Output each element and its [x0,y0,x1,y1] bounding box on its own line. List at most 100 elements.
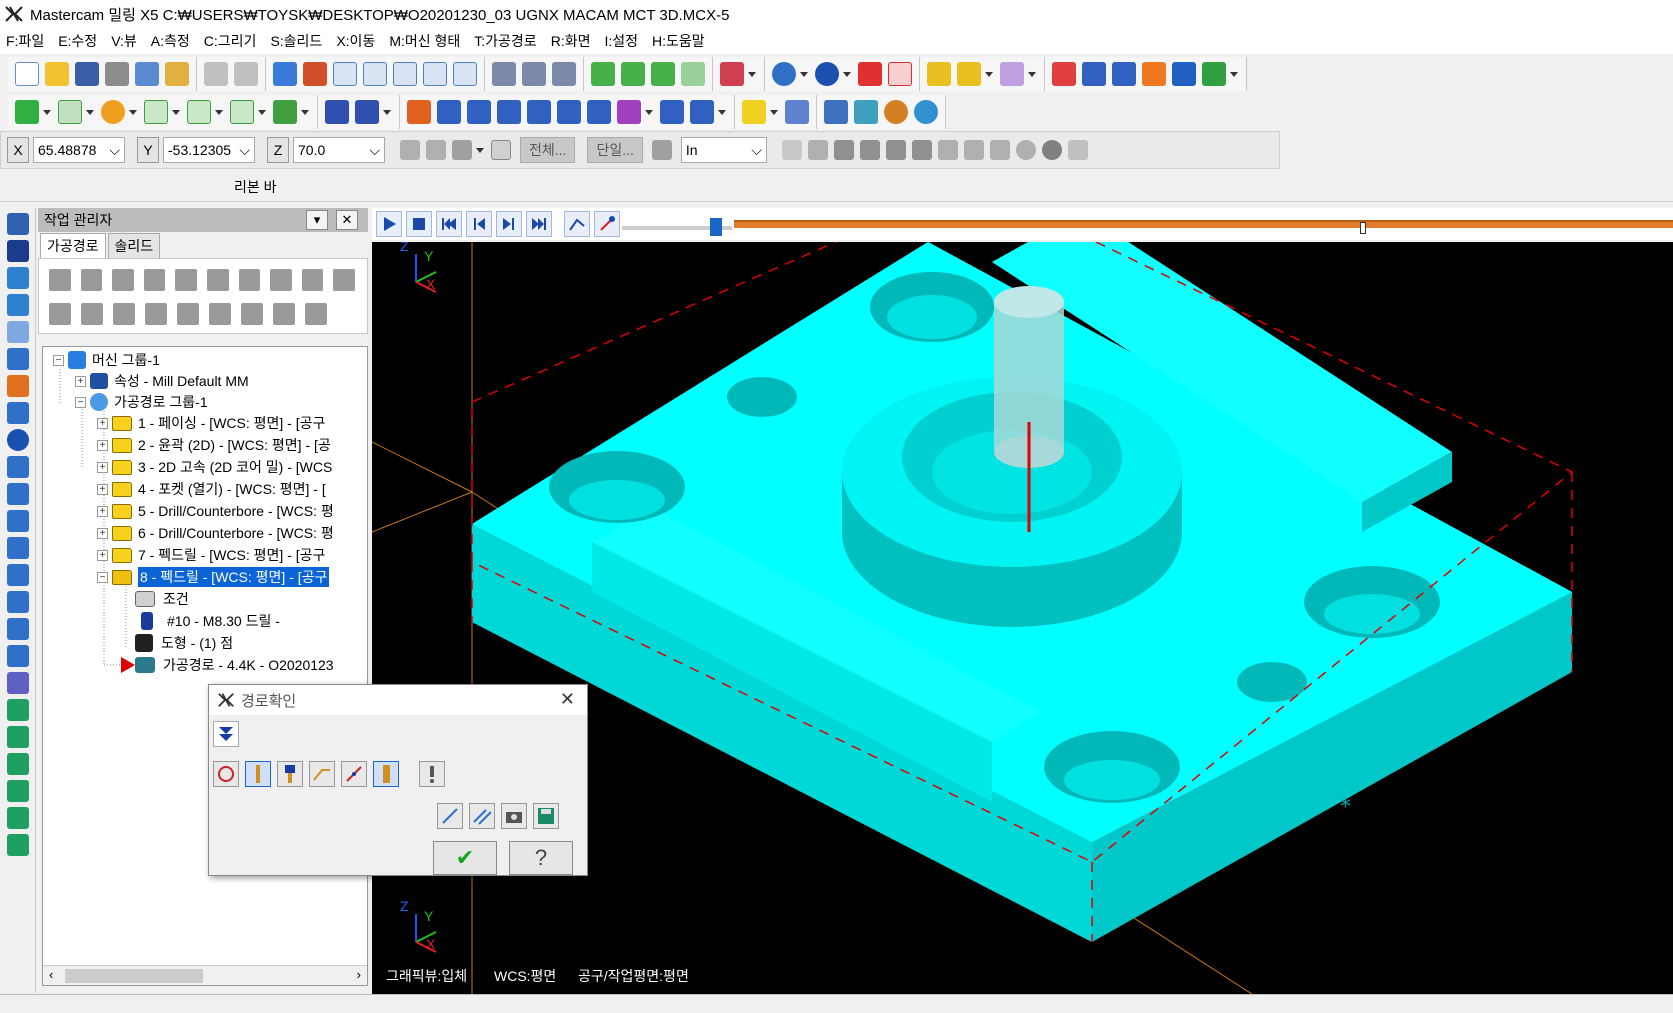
array-icon[interactable] [660,100,684,124]
tree-node-machine-group[interactable]: − 머신 그룹-1 [53,349,160,371]
select-all-icon[interactable] [49,269,71,291]
tree-node-parameters[interactable]: 조건 [135,588,189,610]
menu-edit[interactable]: E:수정 [58,31,97,51]
y-axis-button[interactable]: Y [137,137,159,163]
tree-node-operation-8[interactable]: − 8 - 펙드릴 - [WCS: 평면] - [공구 [97,566,330,588]
helix-icon[interactable] [6,510,29,532]
g1-post-icon[interactable] [238,269,261,291]
select-dirty-icon[interactable] [80,269,103,291]
pocket-icon[interactable] [6,564,29,586]
display-endpoints-button[interactable] [341,761,367,787]
select-help-icon[interactable] [1067,140,1088,160]
post-op-icon[interactable] [270,269,292,291]
tool-manager-icon[interactable] [6,348,29,370]
tree-node-toolpath[interactable]: 가공경로 - 4.4K - O2020123 [135,654,334,676]
scroll-icon[interactable] [241,303,263,325]
solid-vertex-icon[interactable] [911,140,932,160]
speed-slider[interactable] [622,218,732,236]
circle-dropdown-icon[interactable] [129,109,137,115]
move-up-icon[interactable] [177,303,199,325]
timeline-marker[interactable] [1360,222,1366,234]
slot-icon[interactable] [6,618,29,640]
tree-node-operation-4[interactable]: +4 - 포켓 (열기) - [WCS: 평면] - [ [97,478,326,500]
move-down-icon[interactable] [145,303,167,325]
play-button[interactable] [376,211,402,237]
tree-horizontal-scrollbar[interactable]: ‹ › [43,965,367,985]
x-coordinate-field[interactable]: 65.48878 ⌵ [33,137,125,163]
translate-icon[interactable] [407,100,431,124]
point-dropdown-icon[interactable] [43,109,51,115]
selection-method-dropdown-icon[interactable]: ⌵ [751,142,762,159]
properties-icon[interactable] [165,62,189,86]
project-icon[interactable] [587,100,611,124]
zoom-target-icon[interactable] [393,62,417,86]
sphere-select-icon[interactable] [1041,140,1062,160]
operation-icon[interactable] [6,375,29,397]
menu-machine-type[interactable]: M:머신 형태 [389,31,460,51]
single-button[interactable]: 단일... [587,137,643,163]
x-axis-button[interactable]: X [7,137,29,163]
circle-mill-icon[interactable] [6,429,29,451]
step-back-button[interactable] [466,211,492,237]
surface-parallel-icon[interactable] [6,753,29,775]
check-icon[interactable] [305,303,327,325]
arc-icon[interactable] [187,100,211,124]
ruler-icon[interactable] [927,62,951,86]
stock-icon[interactable] [6,321,29,343]
tree-node-toolpath-group[interactable]: − 가공경로 그룹-1 [75,391,208,413]
lock-icon[interactable] [49,303,71,325]
simulator-icon[interactable] [884,100,908,124]
menu-view[interactable]: V:뷰 [111,31,137,51]
track-motion-button[interactable] [564,211,590,237]
engrave-icon[interactable] [6,645,29,667]
scroll-right-icon[interactable]: › [357,967,361,982]
surface-icon[interactable] [6,672,29,694]
tree-node-operation-6[interactable]: +6 - Drill/Counterbore - [WCS: 평 [97,522,334,544]
menu-solids[interactable]: S:솔리드 [270,31,322,51]
ruler-dropdown-icon[interactable] [985,71,993,77]
help-icon[interactable] [491,140,511,160]
contour-icon[interactable] [6,537,29,559]
expand-toggle-icon[interactable]: + [97,549,108,561]
help-button[interactable]: ? [509,841,573,875]
solid-outline-icon[interactable] [888,62,912,86]
cylinder-icon[interactable] [273,100,297,124]
rotate-icon[interactable] [497,100,521,124]
expand-toggle-icon[interactable]: + [97,483,108,495]
zoom-window-icon[interactable] [363,62,387,86]
line-dropdown-icon[interactable] [86,109,94,115]
stretch-dropdown-icon[interactable] [718,109,726,115]
ops-help-icon[interactable] [333,269,355,291]
pane-close-button[interactable]: ✕ [336,210,358,230]
solid-body-icon[interactable] [859,140,880,160]
tree-node-geometry[interactable]: 도형 - (1) 점 [135,632,233,654]
arc-dropdown-icon[interactable] [215,109,223,115]
pick-tool-icon[interactable] [1000,62,1024,86]
save-button[interactable] [533,803,559,829]
menu-file[interactable]: F:파일 [6,31,44,51]
last-button[interactable] [526,211,552,237]
tap-icon[interactable] [6,483,29,505]
scroll-left-icon[interactable]: ‹ [49,967,53,982]
query-icon[interactable] [1052,62,1076,86]
view-cube-icon[interactable] [720,62,744,86]
display-rapid-button[interactable] [309,761,335,787]
wand-icon[interactable] [785,100,809,124]
pattern-icon[interactable] [1142,62,1166,86]
stop-button[interactable] [406,211,432,237]
sphere-icon[interactable] [815,62,839,86]
export-dropdown-icon[interactable] [1230,71,1238,77]
filter-dropdown-icon[interactable] [476,147,484,153]
fillet-dropdown-icon[interactable] [172,109,180,115]
regen-icon[interactable] [112,269,134,291]
selection-mode-icon[interactable] [651,140,672,160]
tree-node-properties[interactable]: + 속성 - Mill Default MM [75,370,249,392]
translate-3d-icon[interactable] [437,100,461,124]
drill-icon[interactable] [6,456,29,478]
open-file-icon[interactable] [45,62,69,86]
circle-icon[interactable] [101,100,125,124]
surface-rough-icon[interactable] [6,699,29,721]
dialog-close-button[interactable]: ✕ [560,689,575,710]
face-icon[interactable] [6,591,29,613]
print-icon[interactable] [105,62,129,86]
